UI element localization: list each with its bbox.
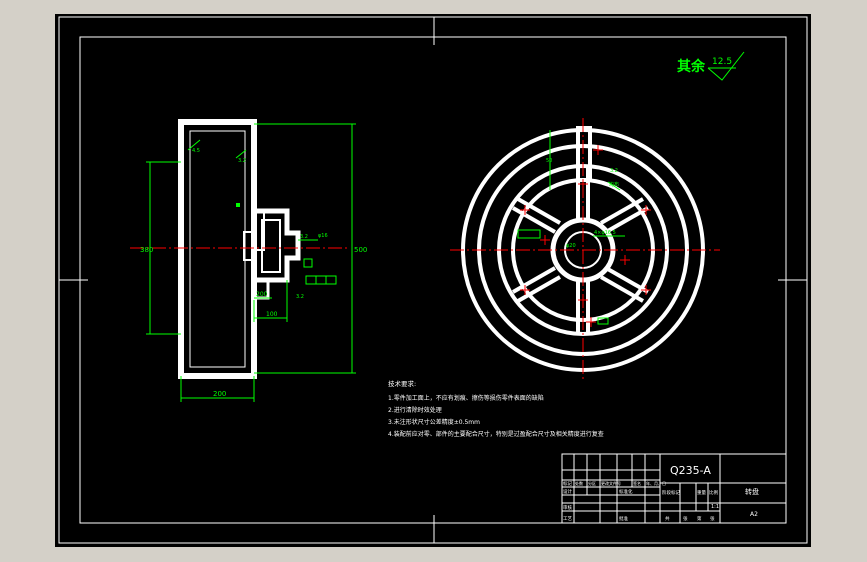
row-label-process: 工艺 <box>563 516 572 522</box>
row-label-review: 审核 <box>563 504 572 511</box>
row-label-mark: 标记 <box>563 480 572 487</box>
header-docno: 更改文件号 <box>601 480 621 486</box>
svg-text:500: 500 <box>354 246 367 254</box>
material: Q235-A <box>670 464 711 477</box>
weight-label: 重量 <box>697 489 706 496</box>
svg-text:φ20: φ20 <box>566 243 576 249</box>
sheet-size: A2 <box>750 511 758 518</box>
roughness-value: 12.5 <box>712 57 732 67</box>
header-date: 年、月、日 <box>646 480 666 486</box>
row-label-design: 设计 <box>563 488 572 495</box>
header-count: 处数 <box>575 480 583 486</box>
svg-text:4×φ16.5: 4×φ16.5 <box>594 230 616 236</box>
sheet-total-label: 共 <box>665 515 670 522</box>
stage-label: 阶段标记 <box>662 489 680 496</box>
roughness-label: 其余 <box>677 58 706 75</box>
std-label: 标准化 <box>619 488 633 495</box>
tech-item-2: 2.进行清除时效处理 <box>388 406 442 414</box>
cad-viewport[interactable]: 其余 12.5 500 380 200 100 200 4.5 3.2 3.2 … <box>0 0 867 562</box>
tech-item-1: 1.零件加工面上，不应有划痕、擦伤等损伤零件表面的缺陷 <box>388 394 544 402</box>
header-zone: 分区 <box>588 480 596 486</box>
svg-text:3.2: 3.2 <box>610 168 618 174</box>
svg-text:3.2: 3.2 <box>296 294 304 300</box>
side-hub-dim2: 200 <box>256 291 268 298</box>
ratio-label: 比例 <box>709 489 718 496</box>
svg-text:3.2: 3.2 <box>300 234 308 240</box>
sheet-unit-label: 张 <box>683 515 688 522</box>
front-annotation: 均布 <box>609 181 619 188</box>
svg-text:φ16: φ16 <box>318 233 328 239</box>
tech-item-3: 3.未注形状尺寸公差精度±0.5mm <box>388 418 480 426</box>
approve-label: 批准 <box>619 515 628 522</box>
sheet-no-label: 第 <box>697 515 702 522</box>
side-width-dim: 200 <box>213 390 226 398</box>
svg-text:3.2: 3.2 <box>238 158 246 164</box>
side-hub-dim: 100 <box>266 311 278 318</box>
tech-title: 技术要求: <box>388 379 416 388</box>
part-name: 转盘 <box>745 487 759 496</box>
tech-item-4: 4.装配前应对零、部件的主要配合尺寸，特别是过盈配合尺寸及相关精度进行复查 <box>388 430 604 438</box>
svg-text:4.5: 4.5 <box>192 148 200 154</box>
svg-text:50: 50 <box>546 158 552 164</box>
svg-text:380: 380 <box>140 246 153 254</box>
scale: 1:1 <box>711 504 719 510</box>
header-sign: 签名 <box>633 480 641 486</box>
sheet-unit-label-2: 张 <box>710 515 715 522</box>
